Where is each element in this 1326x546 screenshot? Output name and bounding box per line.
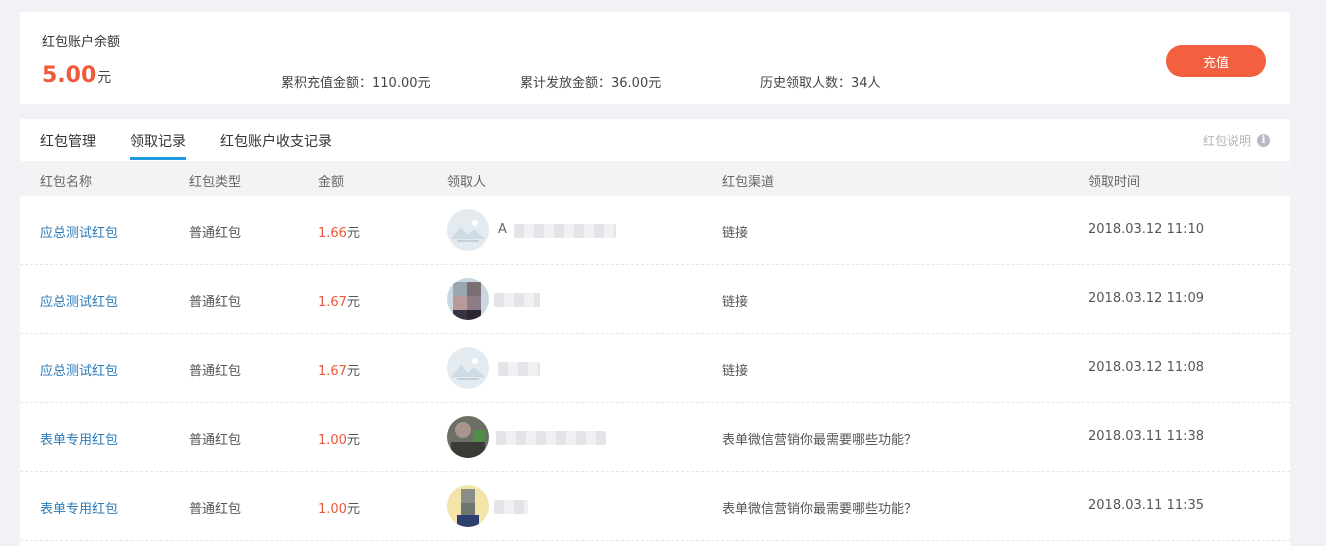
receiver-name-blurred bbox=[494, 500, 528, 514]
amount-value: 1.00 bbox=[318, 433, 347, 448]
receiver-avatar bbox=[447, 485, 489, 527]
amount-unit: 元 bbox=[346, 226, 360, 241]
amount-unit: 元 bbox=[346, 295, 360, 310]
redpacket-type: 普通红包 bbox=[189, 364, 242, 379]
receive-time: 2018.03.12 11:09 bbox=[1088, 291, 1205, 306]
balance-amount: 5.00元 bbox=[42, 63, 111, 88]
redpacket-amount: 1.67元 bbox=[318, 360, 360, 379]
redpacket-name-link[interactable]: 应总测试红包 bbox=[40, 360, 118, 379]
col-header-amount: 金额 bbox=[318, 175, 345, 190]
redpacket-type: 普通红包 bbox=[189, 433, 242, 448]
table-row: 应总测试红包 普通红包 1.66元 A 链接 2018.03.12 11:10 bbox=[20, 196, 1290, 265]
redpacket-channel: 链接 bbox=[722, 364, 749, 379]
receiver-name-blurred bbox=[496, 431, 606, 445]
receiver-name-blurred bbox=[494, 293, 540, 307]
receiver-name-blurred bbox=[498, 362, 540, 376]
receiver-avatar bbox=[447, 209, 489, 251]
col-header-name: 红包名称 bbox=[40, 175, 93, 190]
col-header-type: 红包类型 bbox=[189, 175, 242, 190]
col-header-channel: 红包渠道 bbox=[722, 175, 775, 190]
redpacket-amount: 1.66元 bbox=[318, 222, 360, 241]
receive-time: 2018.03.12 11:10 bbox=[1088, 222, 1205, 237]
tab-redpacket-management[interactable]: 红包管理 bbox=[40, 131, 96, 151]
info-icon: i bbox=[1257, 134, 1270, 147]
balance-title: 红包账户余额 bbox=[42, 35, 121, 50]
help-link-label: 红包说明 bbox=[1202, 134, 1251, 148]
tab-receive-records[interactable]: 领取记录 bbox=[130, 131, 186, 151]
records-card: 红包管理 领取记录 红包账户收支记录 红包说明 i 红包名称 红包类型 金额 领… bbox=[20, 119, 1290, 546]
recharge-button[interactable]: 充值 bbox=[1166, 45, 1266, 77]
redpacket-channel: 链接 bbox=[722, 295, 749, 310]
receiver-avatar bbox=[447, 347, 489, 389]
table-row: 表单专用红包 普通红包 1.00元 表单微信营销你最需要哪些功能？ 2018.0… bbox=[20, 403, 1290, 472]
table-row: 应总测试红包 普通红包 1.67元 链接 2018.03.12 11:08 bbox=[20, 334, 1290, 403]
redpacket-name-link[interactable]: 表单专用红包 bbox=[40, 498, 118, 517]
redpacket-channel: 表单微信营销你最需要哪些功能？ bbox=[722, 502, 918, 517]
redpacket-channel: 表单微信营销你最需要哪些功能？ bbox=[722, 433, 918, 448]
amount-value: 1.67 bbox=[318, 364, 347, 379]
col-header-receiver: 领取人 bbox=[447, 175, 487, 190]
stat-total-recharge: 累积充值金额：110.00元 bbox=[281, 76, 431, 91]
redpacket-amount: 1.67元 bbox=[318, 291, 360, 310]
help-link[interactable]: 红包说明 i bbox=[1203, 132, 1270, 149]
redpacket-amount: 1.00元 bbox=[318, 429, 360, 448]
receive-time: 2018.03.11 11:35 bbox=[1088, 498, 1205, 513]
receive-time: 2018.03.12 11:08 bbox=[1088, 360, 1205, 375]
redpacket-name-link[interactable]: 应总测试红包 bbox=[40, 222, 118, 241]
amount-value: 1.66 bbox=[318, 226, 347, 241]
redpacket-amount: 1.00元 bbox=[318, 498, 360, 517]
tab-account-transactions[interactable]: 红包账户收支记录 bbox=[220, 131, 332, 151]
receiver-avatar bbox=[447, 278, 489, 320]
amount-value: 1.00 bbox=[318, 502, 347, 517]
stat-total-receivers: 历史领取人数：34人 bbox=[760, 76, 881, 91]
balance-card: 红包账户余额 5.00元 累积充值金额：110.00元 累计发放金额：36.00… bbox=[20, 12, 1290, 104]
tab-bar: 红包管理 领取记录 红包账户收支记录 红包说明 i bbox=[20, 119, 1290, 161]
amount-unit: 元 bbox=[346, 502, 360, 517]
amount-value: 1.67 bbox=[318, 295, 347, 310]
stat-total-issued: 累计发放金额：36.00元 bbox=[520, 76, 662, 91]
receive-time: 2018.03.11 11:38 bbox=[1088, 429, 1205, 444]
balance-unit: 元 bbox=[97, 70, 112, 86]
redpacket-type: 普通红包 bbox=[189, 295, 242, 310]
balance-value: 5.00 bbox=[42, 63, 97, 88]
table-row: 表单专用红包 普通红包 1.00元 表单微信营销你最需要哪些功能？ 2018.0… bbox=[20, 472, 1290, 541]
redpacket-name-link[interactable]: 应总测试红包 bbox=[40, 291, 118, 310]
redpacket-type: 普通红包 bbox=[189, 226, 242, 241]
table-row: 应总测试红包 普通红包 1.67元 链接 2018.03.12 11:09 bbox=[20, 265, 1290, 334]
amount-unit: 元 bbox=[346, 364, 360, 379]
receiver-name-blurred bbox=[514, 224, 616, 238]
default-avatar-icon bbox=[447, 347, 489, 389]
col-header-time: 领取时间 bbox=[1088, 175, 1141, 190]
redpacket-name-link[interactable]: 表单专用红包 bbox=[40, 429, 118, 448]
receiver-name: A bbox=[498, 222, 507, 237]
redpacket-channel: 链接 bbox=[722, 226, 749, 241]
redpacket-type: 普通红包 bbox=[189, 502, 242, 517]
default-avatar-icon bbox=[447, 209, 489, 251]
table-header: 红包名称 红包类型 金额 领取人 红包渠道 领取时间 bbox=[20, 161, 1290, 196]
receiver-avatar bbox=[447, 416, 489, 458]
active-tab-indicator bbox=[130, 157, 186, 160]
amount-unit: 元 bbox=[346, 433, 360, 448]
